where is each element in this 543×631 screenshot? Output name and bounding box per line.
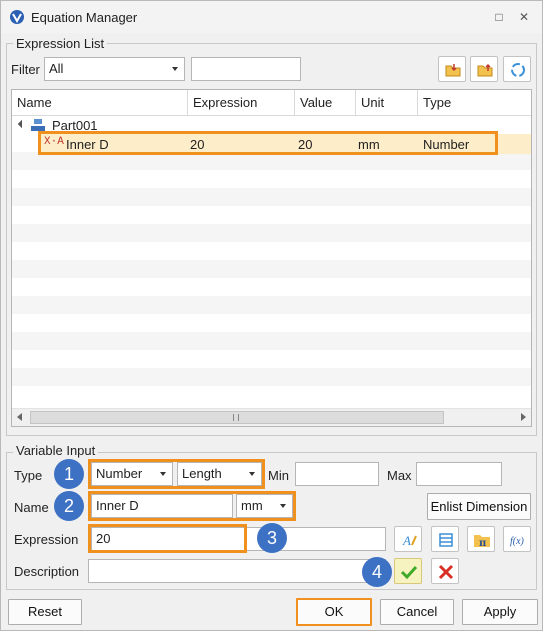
column-header-value[interactable]: Value xyxy=(295,90,356,116)
name-label: Name xyxy=(14,500,49,515)
column-header-unit[interactable]: Unit xyxy=(356,90,418,116)
callout-1: 1 xyxy=(54,459,84,489)
folder-import-icon xyxy=(445,64,461,77)
svg-text:f(x): f(x) xyxy=(510,536,525,547)
apply-button[interactable]: Apply xyxy=(462,599,538,625)
enlist-dimension-button[interactable]: Enlist Dimension xyxy=(427,493,531,520)
app-logo-icon xyxy=(10,10,24,24)
delete-x-icon xyxy=(438,564,454,580)
filter-label: Filter xyxy=(11,62,40,77)
expression-highlight xyxy=(88,524,247,553)
ok-button[interactable]: OK xyxy=(296,598,372,626)
expression-list-label: Expression List xyxy=(13,36,108,51)
export-button[interactable] xyxy=(470,56,498,82)
min-label: Min xyxy=(268,468,289,483)
text-format-icon: A xyxy=(402,533,417,548)
equation-manager-window: Equation Manager □ ✕ Expression List Fil… xyxy=(0,0,543,631)
folder-export-icon xyxy=(477,63,493,77)
chevron-down-icon xyxy=(172,67,178,71)
expand-triangle-icon[interactable] xyxy=(17,119,27,129)
reset-button[interactable]: Reset xyxy=(8,599,82,625)
max-label: Max xyxy=(387,468,412,483)
callout-4: 4 xyxy=(362,557,392,587)
window-title: Equation Manager xyxy=(31,10,138,25)
scroll-right-icon[interactable] xyxy=(521,413,526,421)
scroll-left-icon[interactable] xyxy=(17,413,22,421)
import-button[interactable] xyxy=(438,56,466,82)
name-highlight xyxy=(88,491,296,521)
expression-label: Expression xyxy=(14,532,79,547)
callout-3: 3 xyxy=(257,523,287,553)
table-row xyxy=(12,332,531,350)
callout-2: 2 xyxy=(54,491,84,521)
table-row xyxy=(12,296,531,314)
table-row xyxy=(12,368,531,386)
close-icon[interactable]: ✕ xyxy=(516,9,532,25)
scrollbar-thumb[interactable] xyxy=(30,411,444,424)
grip-icon xyxy=(233,414,239,421)
variable-input-label: Variable Input xyxy=(13,443,99,458)
table-row xyxy=(12,188,531,206)
function-button[interactable]: f(x) xyxy=(503,526,531,552)
refresh-button[interactable] xyxy=(503,56,531,82)
max-input[interactable] xyxy=(416,462,502,486)
title-bar: Equation Manager □ ✕ xyxy=(1,1,542,33)
column-header-type[interactable]: Type xyxy=(418,90,531,116)
horizontal-scrollbar[interactable] xyxy=(12,408,531,426)
min-input[interactable] xyxy=(295,462,379,486)
svg-text:π: π xyxy=(479,538,486,549)
table-row xyxy=(12,260,531,278)
constant-button[interactable]: π xyxy=(467,526,495,552)
table-icon xyxy=(439,533,453,547)
selected-row-highlight xyxy=(38,131,498,155)
pi-icon: π xyxy=(474,535,490,549)
checkmark-icon xyxy=(400,565,418,580)
pin-icon[interactable]: □ xyxy=(491,9,507,25)
filter-dropdown-value: All xyxy=(49,61,64,76)
description-label: Description xyxy=(14,564,80,579)
refresh-icon xyxy=(511,63,525,77)
table-button[interactable] xyxy=(431,526,459,552)
type-highlight xyxy=(88,459,265,489)
function-icon: f(x) xyxy=(510,536,525,547)
type-label: Type xyxy=(14,468,43,483)
table-row xyxy=(12,224,531,242)
filter-search-input[interactable] xyxy=(191,57,301,81)
description-input[interactable] xyxy=(88,559,386,583)
column-header-expression[interactable]: Expression xyxy=(188,90,295,116)
column-header-name[interactable]: Name xyxy=(12,90,188,116)
cancel-button[interactable]: Cancel xyxy=(380,599,454,625)
svg-text:A: A xyxy=(402,533,411,548)
font-style-button[interactable]: A xyxy=(394,526,422,552)
reject-button[interactable] xyxy=(431,558,459,584)
filter-dropdown[interactable]: All xyxy=(44,57,185,81)
accept-button[interactable] xyxy=(394,558,422,584)
